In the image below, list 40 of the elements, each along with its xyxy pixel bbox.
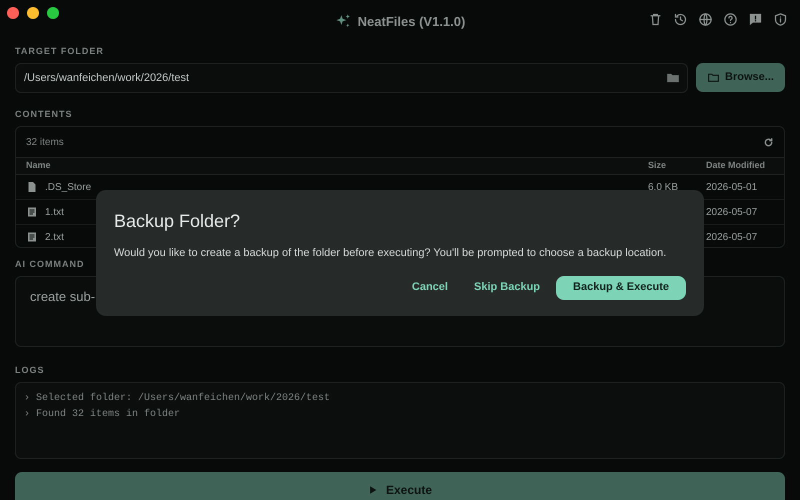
folder-icon[interactable] xyxy=(666,71,680,85)
file-date: 2026-05-07 xyxy=(706,206,758,218)
minimize-button[interactable] xyxy=(27,7,39,19)
log-line: › Found 32 items in folder xyxy=(24,408,182,422)
section-label: AI COMMAND xyxy=(15,259,84,270)
dialog-title: Backup Folder? xyxy=(114,210,242,233)
shield-icon[interactable] xyxy=(773,12,788,27)
dialog-button[interactable]: Cancel xyxy=(402,276,458,300)
file-date: 2026-05-07 xyxy=(706,232,758,242)
help-icon[interactable] xyxy=(723,12,738,27)
dialog-button[interactable]: Skip Backup xyxy=(464,276,550,300)
feedback-icon[interactable] xyxy=(748,12,763,27)
close-button[interactable] xyxy=(7,7,19,19)
file-date: 2026-05-01 xyxy=(706,182,758,192)
file-name: 1.txt xyxy=(45,206,64,220)
item-count: 32 items xyxy=(26,136,64,150)
column-header: Date Modified xyxy=(706,160,766,170)
log-line: › Selected folder: /Users/wanfeichen/work/2026/test xyxy=(24,392,332,406)
folder-icon xyxy=(707,71,720,84)
zoom-button[interactable] xyxy=(47,7,59,19)
globe-icon[interactable] xyxy=(698,12,713,27)
refresh-icon[interactable] xyxy=(763,136,774,148)
confirm-button[interactable]: Backup & Execute xyxy=(556,276,686,300)
file-icon xyxy=(26,181,38,193)
history-icon[interactable] xyxy=(673,12,688,27)
path-field[interactable]: /Users/wanfeichen/work/2026/test xyxy=(15,63,688,93)
document-icon xyxy=(26,206,38,218)
trash-icon[interactable] xyxy=(648,12,663,27)
file-name: 2.txt xyxy=(45,230,64,244)
section-label: CONTENTS xyxy=(15,109,72,120)
file-name: .DS_Store xyxy=(45,180,92,194)
section-label: LOGS xyxy=(15,365,45,376)
file-size: 6.0 KB xyxy=(648,182,678,192)
column-header: Name xyxy=(26,160,51,170)
section-label: TARGET FOLDER xyxy=(15,46,104,57)
column-header: Size xyxy=(648,160,666,170)
play-icon xyxy=(368,484,378,494)
document-icon xyxy=(26,231,38,243)
window-title: NeatFiles (V1.1.0) xyxy=(358,13,466,31)
dialog-message: Would you like to create a backup of the folder before executing? You'll be prompted to choose a backup location. xyxy=(114,246,668,261)
